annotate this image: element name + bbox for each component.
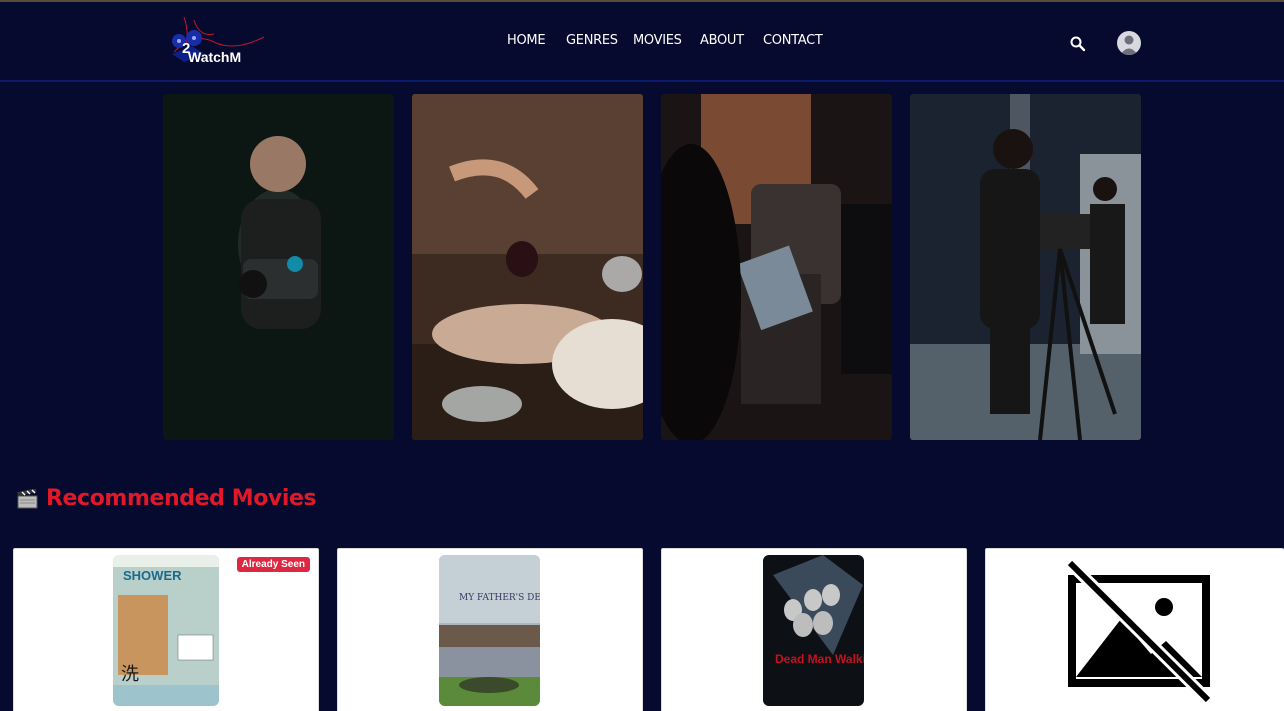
logo-text: 2 WatchM [182, 40, 242, 65]
nav-contact[interactable]: CONTACT [763, 33, 823, 48]
movie-card[interactable]: Dead Man Walking [661, 548, 967, 711]
svg-text:Dead Man Walking: Dead Man Walking [775, 652, 864, 666]
search-icon[interactable] [1069, 35, 1087, 53]
svg-text:MY FATHER'S DEN: MY FATHER'S DEN [459, 593, 540, 603]
hero-image-1[interactable] [163, 94, 394, 440]
hero-image-4[interactable] [910, 94, 1141, 440]
movie-card[interactable] [985, 548, 1284, 711]
svg-text:SHOWER: SHOWER [123, 568, 182, 583]
clapperboard-icon [17, 488, 38, 508]
hero-image-2[interactable] [412, 94, 643, 440]
site-header: 2 WatchM HOME GENRES MOVIES ABOUT CONTAC… [0, 2, 1284, 82]
image-unavailable-icon [1066, 559, 1212, 704]
movie-poster[interactable]: SHOWER 洗 [113, 555, 219, 706]
movie-poster[interactable]: Dead Man Walking [763, 555, 864, 706]
movie-card[interactable]: SHOWER 洗 Already Seen [13, 548, 319, 711]
movie-poster[interactable]: MY FATHER'S DEN [439, 555, 540, 706]
nav-genres[interactable]: GENRES [566, 33, 618, 48]
hero-image-3[interactable] [661, 94, 892, 440]
nav-about[interactable]: ABOUT [700, 33, 744, 48]
svg-text:洗: 洗 [121, 664, 139, 685]
recommended-heading: Recommended Movies [17, 486, 317, 511]
section-title: Recommended Movies [46, 486, 317, 511]
nav-home[interactable]: HOME [507, 33, 546, 48]
nav-movies[interactable]: MOVIES [633, 33, 682, 48]
already-seen-badge: Already Seen [236, 557, 310, 572]
user-avatar-icon[interactable] [1117, 31, 1141, 55]
movie-card[interactable]: MY FATHER'S DEN [337, 548, 643, 711]
